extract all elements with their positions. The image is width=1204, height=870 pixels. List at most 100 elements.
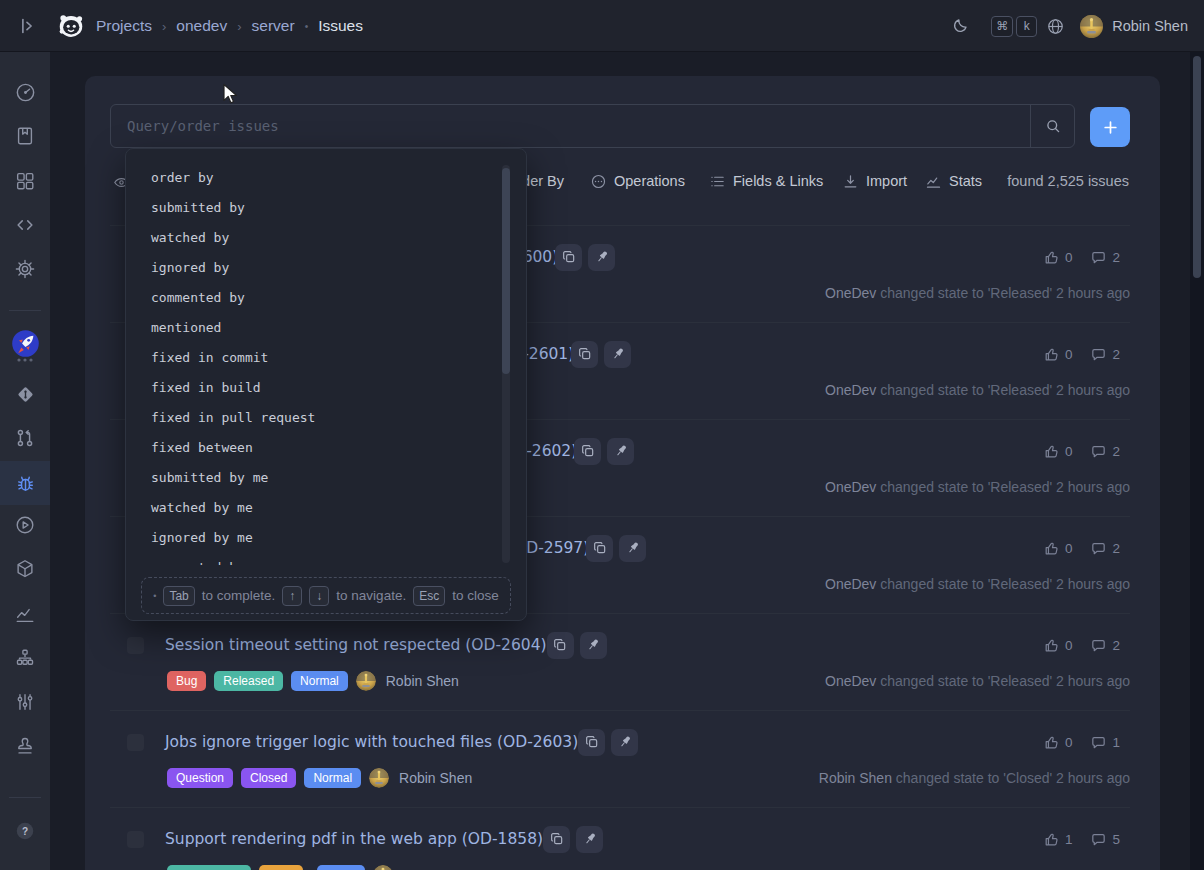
suggestion-item[interactable]: fixed in pull request (126, 403, 496, 433)
copy-issue-button[interactable] (543, 826, 570, 853)
suggestion-item[interactable]: ignored by (126, 253, 496, 283)
suggestion-item[interactable]: commented by (126, 283, 496, 313)
suggestion-item[interactable]: commented by me (126, 553, 496, 565)
issue-checkbox[interactable] (127, 734, 144, 751)
files-icon[interactable] (0, 372, 50, 416)
query-placeholder: Query/order issues (127, 118, 279, 134)
pull-requests-icon[interactable] (0, 416, 50, 460)
label-pill[interactable]: Closed (241, 768, 296, 788)
stats-button[interactable]: Stats (925, 168, 982, 194)
stats-chart-icon[interactable] (0, 592, 50, 636)
breadcrumb-project[interactable]: onedev (176, 17, 227, 35)
pin-issue-button[interactable] (580, 632, 607, 659)
breadcrumb-projects[interactable]: Projects (96, 17, 152, 35)
issue-checkbox[interactable] (127, 831, 144, 848)
dashboard-icon[interactable] (0, 70, 50, 114)
issue-title-link[interactable]: Session timeout setting not respected (O… (165, 636, 547, 654)
breadcrumb: Projects › onedev › server • Issues (96, 0, 363, 52)
issue-title-link[interactable]: Support rendering pdf in the web app (OD… (165, 830, 543, 848)
issue-metrics: 0 2 (1043, 632, 1120, 658)
suggestion-item[interactable]: watched by me (126, 493, 496, 523)
issue-labels: Bug Released Normal Robin Shen (167, 671, 459, 691)
copy-issue-button[interactable] (555, 244, 582, 271)
suggestion-item[interactable]: fixed in commit (126, 343, 496, 373)
copy-issue-button[interactable] (578, 729, 605, 756)
label-pill[interactable] (317, 865, 365, 870)
add-issue-button[interactable] (1090, 107, 1130, 147)
issues-icon-active[interactable] (0, 461, 50, 505)
builds-icon[interactable] (0, 503, 50, 547)
thumbs-up-icon (1043, 443, 1060, 460)
label-pill[interactable]: Released (214, 671, 283, 691)
label-pill[interactable]: Bug (167, 671, 206, 691)
suggestion-item[interactable]: watched by (126, 223, 496, 253)
copy-issue-button[interactable] (547, 632, 574, 659)
apps-grid-icon[interactable] (0, 159, 50, 203)
label-pill[interactable] (259, 865, 303, 870)
comments-icon (1090, 249, 1107, 266)
suggestion-item[interactable]: fixed between (126, 433, 496, 463)
assignee-name[interactable]: Robin Shen (386, 673, 459, 689)
breadcrumb-child-project[interactable]: server (252, 17, 295, 35)
stamp-icon[interactable] (0, 724, 50, 768)
label-pill[interactable]: Normal (291, 671, 348, 691)
issue-checkbox[interactable] (127, 637, 144, 654)
label-pill[interactable]: Question (167, 768, 233, 788)
dropdown-scrollbar-thumb[interactable] (502, 168, 510, 374)
assignee-avatar[interactable] (356, 671, 376, 691)
pin-issue-button[interactable] (588, 244, 615, 271)
onedev-logo[interactable] (56, 11, 86, 45)
user-menu[interactable]: Robin Shen (1112, 18, 1188, 34)
issue-row: Jobs ignore trigger logic with touched f… (110, 710, 1130, 807)
query-input[interactable]: Query/order issues (110, 104, 1075, 148)
issue-activity: OneDev changed state to 'Released' 2 hou… (825, 285, 1130, 301)
dark-mode-icon[interactable] (950, 17, 969, 36)
suggestion-item[interactable]: order by (126, 163, 496, 193)
assignee-avatar[interactable] (369, 768, 389, 788)
issue-activity: OneDev changed state to 'Released' 2 hou… (825, 673, 1130, 689)
user-avatar[interactable] (1080, 15, 1103, 38)
projects-icon[interactable] (0, 114, 50, 158)
assignee-name[interactable]: Robin Shen (399, 770, 472, 786)
code-icon[interactable] (0, 203, 50, 247)
issue-metrics: 0 2 (1043, 244, 1120, 270)
copy-issue-button[interactable] (571, 341, 598, 368)
navbar-right: ⌘ k Robin Shen (950, 0, 1188, 52)
suggestion-item[interactable]: ignored by me (126, 523, 496, 553)
issue-metrics: 0 2 (1043, 535, 1120, 561)
assignee-avatar[interactable] (373, 865, 393, 870)
pin-issue-button[interactable] (619, 535, 646, 562)
sidebar-expand-icon[interactable] (16, 15, 38, 41)
suggestion-item[interactable]: mentioned (126, 313, 496, 343)
label-pill[interactable] (167, 865, 251, 870)
hierarchy-icon[interactable] (0, 636, 50, 680)
comments-icon (1090, 831, 1107, 848)
issue-activity: OneDev changed state to 'Released' 2 hou… (825, 576, 1130, 592)
packages-icon[interactable] (0, 547, 50, 591)
left-sidebar: ? (0, 52, 50, 870)
label-pill[interactable]: Normal (304, 768, 361, 788)
breadcrumb-current-page: Issues (318, 17, 363, 35)
search-button[interactable] (1030, 105, 1074, 147)
suggestion-item[interactable]: fixed in build (126, 373, 496, 403)
pin-issue-button[interactable] (576, 826, 603, 853)
administration-gear-icon[interactable] (0, 247, 50, 291)
suggestion-item[interactable]: submitted by (126, 193, 496, 223)
tab-key: Tab (163, 586, 194, 606)
fields-links-menu[interactable]: Fields & Links (709, 168, 823, 194)
import-menu[interactable]: Import (842, 168, 907, 194)
page-scrollbar-thumb[interactable] (1193, 56, 1201, 278)
settings-sliders-icon[interactable] (0, 680, 50, 724)
suggestion-item[interactable]: submitted by me (126, 463, 496, 493)
pin-issue-button[interactable] (611, 729, 638, 756)
pin-issue-button[interactable] (604, 341, 631, 368)
copy-issue-button[interactable] (586, 535, 613, 562)
issue-metrics: 1 5 (1043, 826, 1120, 852)
issue-title-link[interactable]: Jobs ignore trigger logic with touched f… (165, 733, 578, 751)
help-icon[interactable]: ? (0, 809, 50, 853)
language-globe-icon[interactable] (1046, 17, 1065, 36)
operations-menu[interactable]: Operations (590, 168, 685, 194)
copy-issue-button[interactable] (574, 438, 601, 465)
more-dots-icon[interactable] (0, 345, 50, 375)
pin-issue-button[interactable] (607, 438, 634, 465)
